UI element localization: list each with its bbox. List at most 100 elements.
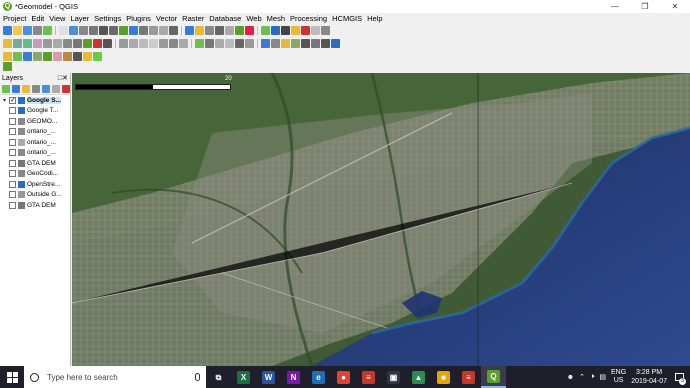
georeferencer-icon[interactable] <box>291 39 300 48</box>
add-xyz-icon[interactable] <box>93 52 102 61</box>
tool-f-icon[interactable] <box>169 39 178 48</box>
copy-icon[interactable] <box>53 39 62 48</box>
hide-label-icon[interactable] <box>235 39 244 48</box>
layer-visibility-checkbox[interactable] <box>9 159 16 167</box>
zoom-next-icon[interactable] <box>149 26 158 35</box>
delete-icon[interactable] <box>73 39 82 48</box>
layer-visibility-checkbox[interactable] <box>9 170 16 178</box>
layer-visibility-checkbox[interactable] <box>9 149 16 157</box>
add-mesh-icon[interactable] <box>23 52 32 61</box>
open-layer-styling-icon[interactable] <box>2 84 10 93</box>
layer-row[interactable]: Outside G... <box>0 190 70 201</box>
save-project-icon[interactable] <box>23 26 32 35</box>
cut-icon[interactable] <box>43 39 52 48</box>
rotate-label-icon[interactable] <box>205 39 214 48</box>
layer-visibility-checkbox[interactable] <box>9 138 16 146</box>
taskbar-app-word[interactable]: W <box>256 366 281 388</box>
change-label-icon[interactable] <box>245 39 254 48</box>
add-wms-icon[interactable] <box>63 52 72 61</box>
people-icon[interactable]: ☻ <box>567 374 574 381</box>
refresh-icon[interactable] <box>169 26 178 35</box>
tool-e-icon[interactable] <box>159 39 168 48</box>
layer-row[interactable]: GEOMO... <box>0 116 70 127</box>
tool-d-icon[interactable] <box>149 39 158 48</box>
add-vector-icon[interactable] <box>3 52 12 61</box>
python-console-icon[interactable] <box>261 26 270 35</box>
taskbar-app-app-red[interactable]: ≡ <box>456 366 481 388</box>
layout-manager-icon[interactable] <box>59 26 68 35</box>
add-group-icon[interactable] <box>12 84 20 93</box>
menu-layer[interactable]: Layer <box>70 14 89 23</box>
binoculars-icon[interactable] <box>311 39 320 48</box>
undo-icon[interactable] <box>83 39 92 48</box>
layer-row[interactable]: GTA DEM <box>0 200 70 211</box>
map-canvas[interactable]: 20 <box>72 73 690 366</box>
deselect-icon[interactable] <box>205 26 214 35</box>
tool-c-icon[interactable] <box>139 39 148 48</box>
move-label-icon[interactable] <box>215 39 224 48</box>
network-icon[interactable]: ▤ <box>599 373 606 381</box>
zoom-last-icon[interactable] <box>139 26 148 35</box>
statistics-icon[interactable] <box>235 26 244 35</box>
taskbar-app-onenote[interactable]: N <box>281 366 306 388</box>
field-calculator-icon[interactable] <box>225 26 234 35</box>
add-layer-icon[interactable] <box>3 39 12 48</box>
menu-database[interactable]: Database <box>209 14 241 23</box>
menu-hcmgis[interactable]: HCMGIS <box>332 14 362 23</box>
layer-visibility-checkbox[interactable] <box>9 128 16 136</box>
menu-plugins[interactable]: Plugins <box>126 14 151 23</box>
taskbar-search[interactable]: Type here to search <box>24 366 206 388</box>
digitize-icon[interactable] <box>13 39 22 48</box>
add-spatialite-icon[interactable] <box>43 52 52 61</box>
tool-b-icon[interactable] <box>129 39 138 48</box>
close-button[interactable]: ✕ <box>660 0 690 13</box>
select-icon[interactable] <box>195 26 204 35</box>
maximize-button[interactable]: ❐ <box>630 0 660 13</box>
add-wfs-icon[interactable] <box>73 52 82 61</box>
zoom-in-icon[interactable] <box>89 26 98 35</box>
layer-visibility-checkbox[interactable] <box>9 201 16 209</box>
panel-controls[interactable]: □✕ <box>58 74 68 82</box>
layer-visibility-checkbox[interactable] <box>9 96 16 104</box>
zoom-selection-icon[interactable] <box>129 26 138 35</box>
volume-icon[interactable]: 🕨 <box>590 373 594 381</box>
annotation-icon[interactable] <box>301 26 310 35</box>
taskbar-app-excel[interactable]: X <box>231 366 256 388</box>
plugin-icon[interactable] <box>301 39 310 48</box>
text-annotation-icon[interactable] <box>311 26 320 35</box>
layer-row[interactable]: GTA DEM <box>0 158 70 169</box>
plugin-c-icon[interactable] <box>331 39 340 48</box>
warning-icon[interactable] <box>281 39 290 48</box>
language-indicator[interactable]: ENG US <box>611 369 626 385</box>
menu-mesh[interactable]: Mesh <box>267 14 285 23</box>
layer-visibility-checkbox[interactable] <box>9 117 16 125</box>
db-manager-icon[interactable] <box>261 39 270 48</box>
layer-row[interactable]: ontario_... <box>0 148 70 159</box>
plugin-b-icon[interactable] <box>321 39 330 48</box>
taskbar-app-monitor[interactable]: ▣ <box>381 366 406 388</box>
paste-icon[interactable] <box>63 39 72 48</box>
new-project-icon[interactable] <box>3 26 12 35</box>
taskbar-app-edge[interactable]: e <box>306 366 331 388</box>
plugin-tool-icon[interactable] <box>3 62 12 71</box>
node-tool-icon[interactable] <box>33 39 42 48</box>
tool-g-icon[interactable] <box>179 39 188 48</box>
filter-legend-icon[interactable] <box>32 84 40 93</box>
save-as-icon[interactable] <box>33 26 42 35</box>
zoom-full-icon[interactable] <box>109 26 118 35</box>
minimize-button[interactable]: — <box>600 0 630 13</box>
layer-row[interactable]: ontario_... <box>0 137 70 148</box>
menu-settings[interactable]: Settings <box>94 14 121 23</box>
zoom-out-icon[interactable] <box>99 26 108 35</box>
microphone-icon[interactable] <box>195 373 200 381</box>
start-button[interactable] <box>0 366 24 388</box>
dropdown-icon[interactable] <box>321 26 330 35</box>
menu-web[interactable]: Web <box>246 14 261 23</box>
menu-project[interactable]: Project <box>3 14 26 23</box>
layer-visibility-checkbox[interactable] <box>9 191 16 199</box>
menu-vector[interactable]: Vector <box>156 14 177 23</box>
clock[interactable]: 3:28 PM 2019-04-07 <box>631 368 667 386</box>
layer-row[interactable]: Google T... <box>0 106 70 117</box>
manage-themes-icon[interactable] <box>22 84 30 93</box>
add-virtual-icon[interactable] <box>53 52 62 61</box>
